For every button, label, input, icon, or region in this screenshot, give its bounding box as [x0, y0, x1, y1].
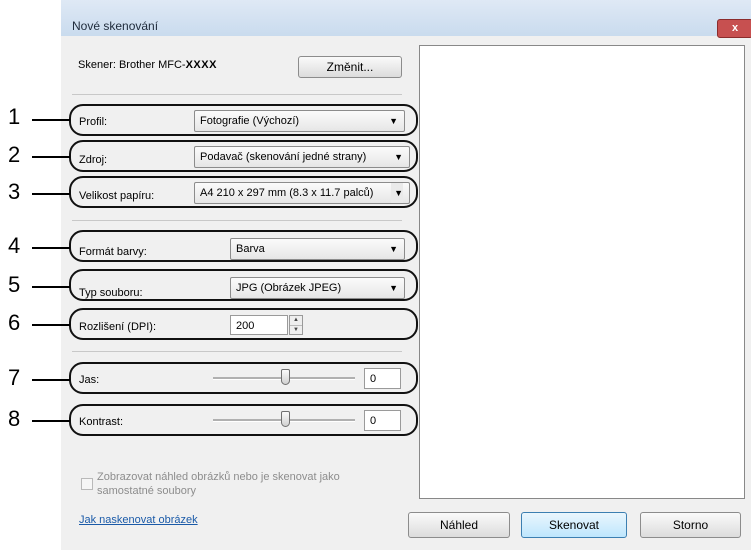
callout-number-8: 8 [8, 406, 21, 431]
callout-number-2: 2 [8, 142, 21, 167]
preview-area [419, 45, 745, 499]
help-link[interactable]: Jak naskenovat obrázek [79, 514, 198, 526]
callout-number-7: 7 [8, 365, 21, 390]
callout-line-6 [32, 324, 70, 326]
close-button[interactable]: x [717, 19, 751, 38]
callout-highlight-7 [69, 362, 418, 394]
preview-option-line2: samostatné soubory [97, 485, 197, 497]
preview-option-checkbox[interactable] [81, 478, 93, 490]
callout-highlight-5 [69, 269, 418, 301]
callout-line-4 [32, 247, 70, 249]
window-title: Nové skenování [72, 19, 159, 33]
separator [72, 94, 402, 95]
title-bar [61, 0, 751, 36]
callout-highlight-1 [69, 104, 418, 136]
callout-line-1 [32, 119, 70, 121]
preview-option-line1: Zobrazovat náhled obrázků nebo je skenov… [97, 471, 340, 483]
scanner-model: XXXX [185, 59, 217, 71]
callout-number-3: 3 [8, 179, 21, 204]
separator [72, 351, 402, 352]
callout-highlight-8 [69, 404, 418, 436]
scan-button[interactable]: Skenovat [521, 512, 627, 538]
callout-number-4: 4 [8, 233, 21, 258]
callout-line-3 [32, 193, 70, 195]
separator [72, 220, 402, 221]
preview-option-label: Zobrazovat náhled obrázků nebo je skenov… [97, 470, 340, 498]
callout-highlight-2 [69, 140, 418, 172]
callout-highlight-4 [69, 230, 418, 262]
callout-number-5: 5 [8, 272, 21, 297]
scanner-label-text: Skener: Brother MFC- [78, 59, 186, 71]
callout-line-7 [32, 379, 70, 381]
preview-button[interactable]: Náhled [408, 512, 510, 538]
callout-number-1: 1 [8, 104, 21, 129]
callout-number-6: 6 [8, 310, 21, 335]
callout-line-2 [32, 156, 70, 158]
scanner-label: Skener: Brother MFC-XXXX [78, 59, 217, 71]
callout-highlight-6 [69, 308, 418, 340]
cancel-button[interactable]: Storno [640, 512, 741, 538]
callout-line-5 [32, 286, 70, 288]
callout-line-8 [32, 420, 70, 422]
change-scanner-button[interactable]: Změnit... [298, 56, 402, 78]
callout-highlight-3 [69, 176, 418, 208]
